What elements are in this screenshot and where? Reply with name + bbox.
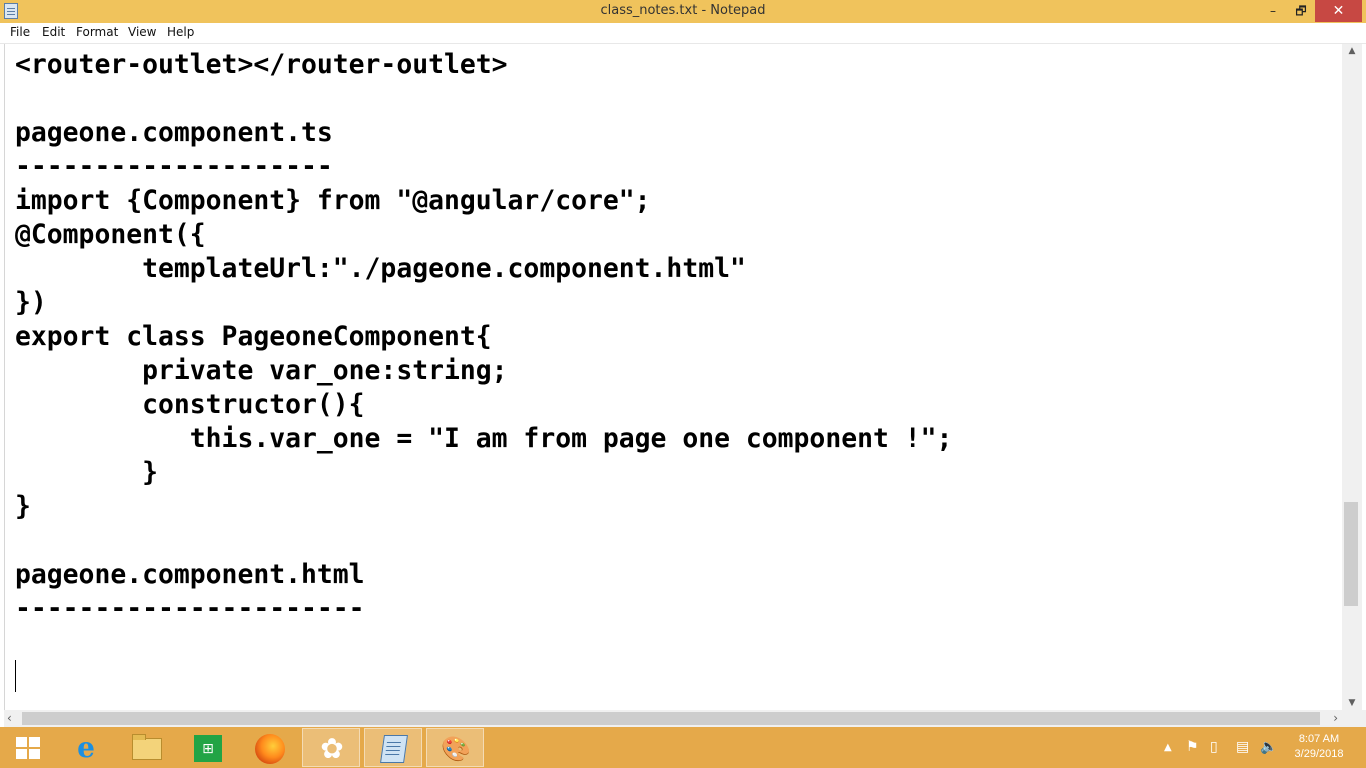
taskbar-file-explorer[interactable] bbox=[118, 728, 176, 767]
horizontal-scrollbar[interactable]: ‹ › bbox=[4, 710, 1342, 727]
title-bar[interactable]: class_notes.txt - Notepad – 🗗 ✕ bbox=[0, 0, 1366, 23]
scroll-right-icon[interactable]: › bbox=[1333, 711, 1338, 725]
editor-text[interactable]: <router-outlet></router-outlet> pageone.… bbox=[15, 48, 952, 626]
taskbar: e ⊞ ✿ 🎨 ▲ ⚑ ▯ ▤ 🔈 8:07 AM 3/29/2018 bbox=[0, 727, 1366, 768]
close-button[interactable]: ✕ bbox=[1315, 0, 1362, 22]
internet-explorer-icon: e bbox=[77, 731, 95, 764]
window-title: class_notes.txt - Notepad bbox=[600, 3, 766, 18]
horizontal-scroll-thumb[interactable] bbox=[22, 712, 1320, 725]
vertical-scrollbar[interactable]: ▲ ▼ bbox=[1342, 44, 1362, 710]
scroll-up-icon[interactable]: ▲ bbox=[1342, 46, 1362, 56]
clock-time: 8:07 AM bbox=[1298, 733, 1340, 745]
taskbar-clock[interactable]: 8:07 AM 3/29/2018 bbox=[1284, 732, 1354, 762]
menu-help[interactable]: Help bbox=[167, 25, 194, 39]
taskbar-notepad[interactable] bbox=[364, 728, 422, 767]
taskbar-paint[interactable]: 🎨 bbox=[426, 728, 484, 767]
paint-icon: 🎨 bbox=[441, 735, 471, 763]
flower-app-icon: ✿ bbox=[320, 732, 344, 765]
file-explorer-icon bbox=[132, 734, 162, 760]
scroll-left-icon[interactable]: ‹ bbox=[7, 711, 12, 725]
minimize-button[interactable]: – bbox=[1259, 0, 1287, 22]
scrollbar-corner bbox=[1342, 710, 1366, 727]
taskbar-flower-app[interactable]: ✿ bbox=[302, 728, 360, 767]
restore-button[interactable]: 🗗 bbox=[1287, 0, 1315, 22]
vertical-scroll-thumb[interactable] bbox=[1344, 502, 1358, 606]
firefox-icon bbox=[255, 734, 285, 764]
taskbar-firefox[interactable] bbox=[240, 728, 298, 767]
network-icon[interactable]: ▤ bbox=[1236, 727, 1249, 768]
menu-file[interactable]: File bbox=[10, 25, 30, 39]
action-center-flag-icon[interactable]: ⚑ bbox=[1186, 727, 1199, 768]
menu-format[interactable]: Format bbox=[76, 25, 118, 39]
text-caret bbox=[15, 660, 16, 692]
notepad-icon bbox=[380, 735, 408, 763]
volume-icon[interactable]: 🔈 bbox=[1260, 727, 1277, 768]
windows-store-icon: ⊞ bbox=[194, 735, 222, 762]
start-button[interactable] bbox=[0, 728, 58, 767]
menu-view[interactable]: View bbox=[128, 25, 156, 39]
windows-start-icon bbox=[16, 737, 40, 759]
taskbar-internet-explorer[interactable]: e bbox=[56, 728, 114, 767]
scroll-down-icon[interactable]: ▼ bbox=[1342, 698, 1362, 708]
taskbar-windows-store[interactable]: ⊞ bbox=[179, 728, 237, 767]
menu-bar: File Edit Format View Help bbox=[0, 23, 1366, 44]
text-editor[interactable]: <router-outlet></router-outlet> pageone.… bbox=[4, 44, 1343, 710]
power-icon[interactable]: ▯ bbox=[1210, 727, 1218, 768]
menu-edit[interactable]: Edit bbox=[42, 25, 65, 39]
show-hidden-icons-icon[interactable]: ▲ bbox=[1164, 727, 1172, 768]
clock-date: 3/29/2018 bbox=[1294, 748, 1344, 760]
